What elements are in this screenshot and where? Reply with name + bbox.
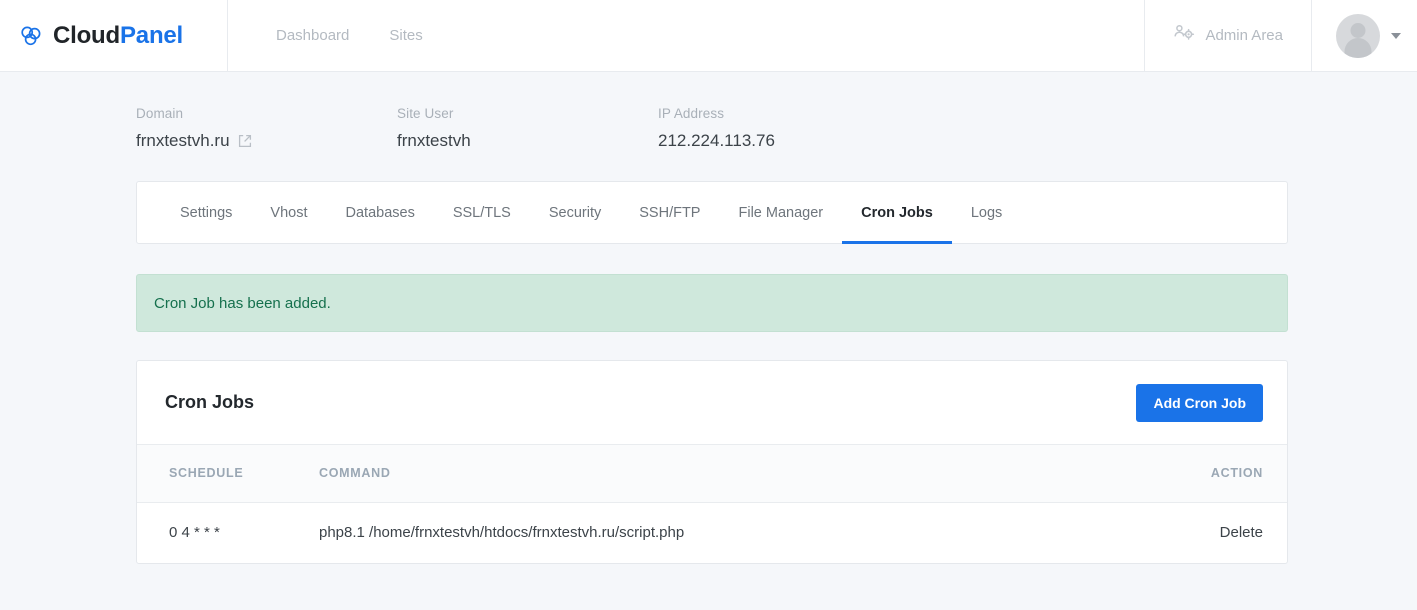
tab-vhost[interactable]: Vhost: [251, 182, 326, 243]
site-info-domain: Domain frnxtestvh.ru: [136, 106, 397, 151]
brand-title-first: Cloud: [53, 21, 120, 49]
cron-jobs-title: Cron Jobs: [165, 392, 255, 412]
cell-action: Delete: [1073, 502, 1287, 563]
content-shell: Settings Vhost Databases SSL/TLS Securit…: [136, 181, 1288, 564]
column-header-action: Action: [1073, 445, 1287, 503]
site-user-value: frnxtestvh: [397, 131, 471, 150]
cron-jobs-card-header: Cron Jobs Add Cron Job: [137, 361, 1287, 445]
tab-ssl-tls[interactable]: SSL/TLS: [434, 182, 530, 243]
cloud-logo-icon: [16, 21, 46, 51]
tab-security[interactable]: Security: [530, 182, 620, 243]
tab-ssh-ftp[interactable]: SSH/FTP: [620, 182, 719, 243]
nav-item-dashboard[interactable]: Dashboard: [276, 27, 349, 44]
ip-address-label: IP Address: [658, 106, 725, 121]
tab-logs[interactable]: Logs: [952, 182, 1021, 243]
tab-settings[interactable]: Settings: [161, 182, 251, 243]
domain-label: Domain: [136, 106, 184, 121]
cell-schedule: 0 4 * * *: [169, 524, 220, 542]
add-cron-job-button[interactable]: Add Cron Job: [1136, 383, 1263, 422]
cron-jobs-card: Cron Jobs Add Cron Job Schedule Command …: [136, 360, 1288, 564]
brand-logo-area[interactable]: CloudPanel: [0, 0, 228, 71]
site-info-site-user: Site User frnxtestvh: [397, 106, 658, 151]
nav-item-sites[interactable]: Sites: [389, 27, 422, 44]
tab-databases[interactable]: Databases: [327, 182, 434, 243]
site-info-ip-address: IP Address 212.224.113.76: [658, 106, 775, 151]
column-header-command: Command: [287, 445, 1074, 503]
tab-bar: Settings Vhost Databases SSL/TLS Securit…: [136, 181, 1288, 244]
cron-jobs-table: Schedule Command Action 0 4 * * * php8.1…: [137, 445, 1287, 563]
admin-area-button[interactable]: Admin Area: [1144, 0, 1312, 71]
tab-cron-jobs[interactable]: Cron Jobs: [842, 182, 952, 244]
external-link-icon[interactable]: [238, 134, 252, 148]
site-info-row: Domain frnxtestvh.ru Site User frnxtestv…: [0, 72, 1417, 151]
domain-value-wrap: frnxtestvh.ru: [136, 131, 397, 151]
tab-file-manager[interactable]: File Manager: [719, 182, 842, 243]
primary-nav: Dashboard Sites: [228, 0, 1144, 71]
page-content: Domain frnxtestvh.ru Site User frnxtestv…: [0, 72, 1417, 564]
success-alert-message: Cron Job has been added.: [154, 294, 331, 312]
success-alert: Cron Job has been added.: [136, 274, 1288, 332]
user-menu[interactable]: [1312, 0, 1417, 71]
cron-jobs-table-body: 0 4 * * * php8.1 /home/frnxtestvh/htdocs…: [137, 502, 1287, 563]
brand-title-second: Panel: [119, 21, 184, 49]
top-navigation-bar: CloudPanel Dashboard Sites Admin Area: [0, 0, 1417, 72]
cron-jobs-table-head: Schedule Command Action: [137, 445, 1287, 503]
user-avatar-icon: [1336, 13, 1380, 58]
brand-title: CloudPanel: [53, 22, 183, 50]
delete-cron-job-link[interactable]: Delete: [1220, 524, 1263, 541]
users-gear-icon: [1173, 24, 1195, 47]
chevron-down-icon[interactable]: [1391, 32, 1401, 39]
table-header-row: Schedule Command Action: [137, 445, 1287, 503]
site-user-label: Site User: [397, 106, 454, 121]
cell-command: php8.1 /home/frnxtestvh/htdocs/frnxtestv…: [319, 524, 685, 542]
column-header-schedule: Schedule: [137, 445, 287, 503]
domain-value: frnxtestvh.ru: [136, 131, 230, 150]
table-row: 0 4 * * * php8.1 /home/frnxtestvh/htdocs…: [137, 502, 1287, 563]
ip-address-value: 212.224.113.76: [658, 131, 775, 150]
admin-area-label: Admin Area: [1205, 27, 1283, 44]
